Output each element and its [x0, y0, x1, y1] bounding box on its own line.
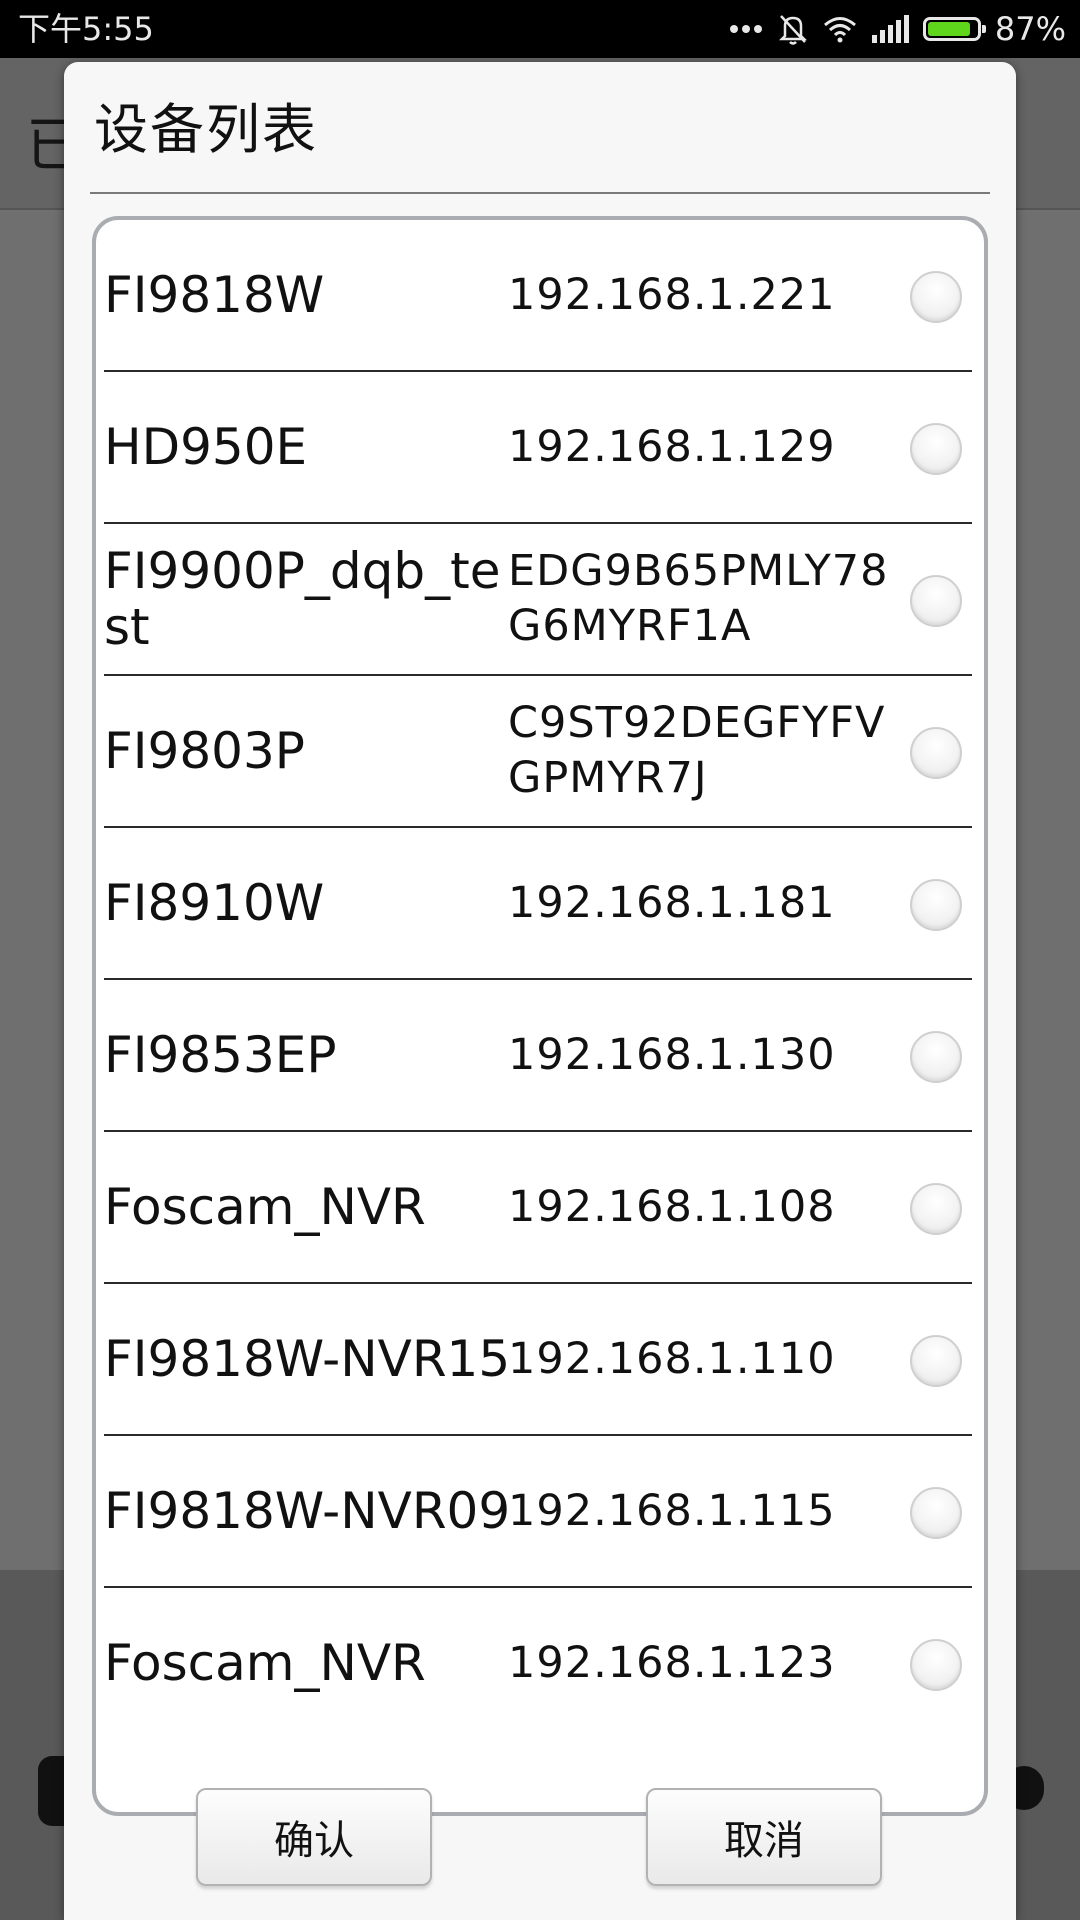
device-radio[interactable]	[910, 575, 962, 627]
device-address: 192.168.1.130	[508, 1029, 836, 1080]
device-address: 192.168.1.123	[508, 1637, 836, 1688]
device-radio[interactable]	[910, 1183, 962, 1235]
device-name: FI9803P	[104, 722, 305, 780]
device-row[interactable]: Foscam_NVR 192.168.1.108	[104, 1132, 972, 1284]
device-list[interactable]: FI9818W 192.168.1.221 HD950E 192.168.1.1…	[92, 216, 988, 1816]
device-row[interactable]: FI9818W-NVR09 192.168.1.115	[104, 1436, 972, 1588]
device-radio[interactable]	[910, 423, 962, 475]
device-address: 192.168.1.115	[508, 1485, 836, 1536]
device-radio[interactable]	[910, 1335, 962, 1387]
device-name: FI9818W-NVR15	[104, 1330, 511, 1388]
confirm-button[interactable]: 确认	[196, 1788, 432, 1886]
device-address: C9ST92DEGFYFV GPMYR7J	[508, 698, 886, 803]
device-address: 192.168.1.129	[508, 421, 836, 472]
dialog-title: 设备列表	[94, 98, 318, 161]
device-radio[interactable]	[910, 727, 962, 779]
device-row[interactable]: FI9803P C9ST92DEGFYFV GPMYR7J	[104, 676, 972, 828]
signal-icon	[871, 15, 909, 43]
device-name: FI9818W-NVR09	[104, 1482, 511, 1540]
title-divider	[90, 192, 990, 194]
device-list-dialog: 设备列表 FI9818W 192.168.1.221 HD950E 192.16…	[64, 62, 1016, 1920]
device-row[interactable]: Foscam_NVR 192.168.1.123	[104, 1588, 972, 1740]
device-row[interactable]: FI9818W-NVR15 192.168.1.110	[104, 1284, 972, 1436]
device-row[interactable]: FI9900P_dqb_te st EDG9B65PMLY78 G6MYRF1A	[104, 524, 972, 676]
device-row[interactable]: HD950E 192.168.1.129	[104, 372, 972, 524]
device-radio[interactable]	[910, 271, 962, 323]
status-time: 下午5:55	[18, 10, 154, 48]
more-dots-icon	[729, 25, 762, 33]
device-name: HD950E	[104, 418, 308, 476]
device-name: Foscam_NVR	[104, 1634, 426, 1692]
device-row[interactable]: FI9853EP 192.168.1.130	[104, 980, 972, 1132]
device-radio[interactable]	[910, 1487, 962, 1539]
battery-percent: 87%	[994, 10, 1066, 48]
device-address: 192.168.1.181	[508, 877, 836, 928]
device-name: FI9853EP	[104, 1026, 337, 1084]
device-address: EDG9B65PMLY78 G6MYRF1A	[508, 546, 889, 651]
device-name: FI9818W	[104, 266, 325, 324]
wifi-icon	[823, 17, 856, 43]
status-icons: 87%	[729, 8, 1066, 50]
battery-icon	[922, 17, 986, 41]
device-radio[interactable]	[910, 1639, 962, 1691]
device-radio[interactable]	[910, 1031, 962, 1083]
device-row[interactable]: FI9818W 192.168.1.221	[104, 220, 972, 372]
device-name: FI8910W	[104, 874, 325, 932]
cancel-button[interactable]: 取消	[646, 1788, 882, 1886]
device-name: Foscam_NVR	[104, 1178, 426, 1236]
device-radio[interactable]	[910, 879, 962, 931]
device-name: FI9900P_dqb_te st	[104, 542, 501, 656]
silent-bell-icon	[778, 15, 807, 45]
status-bar: 下午5:55 87%	[0, 0, 1080, 58]
device-row[interactable]: FI8910W 192.168.1.181	[104, 828, 972, 980]
battery-level-fill	[927, 22, 970, 36]
device-address: 192.168.1.108	[508, 1181, 836, 1232]
device-address: 192.168.1.221	[508, 269, 836, 320]
device-address: 192.168.1.110	[508, 1333, 836, 1384]
